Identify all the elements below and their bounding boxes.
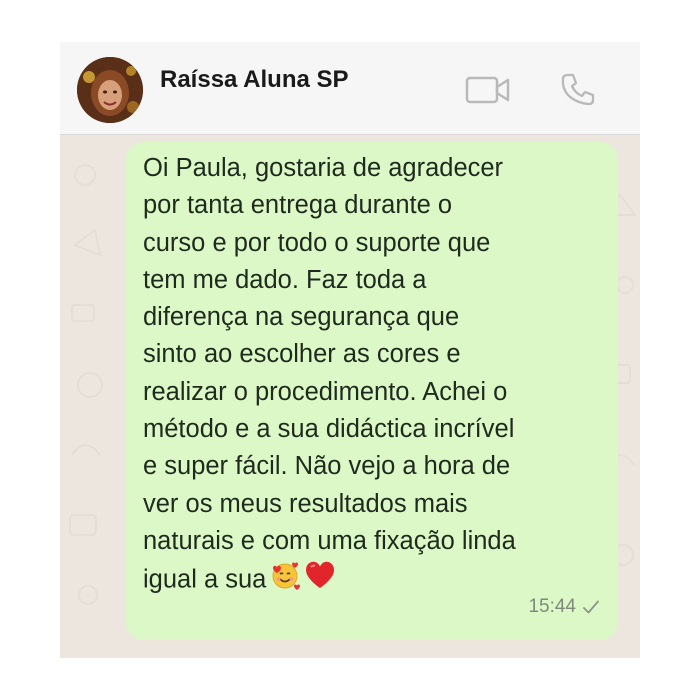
phone-icon — [561, 73, 595, 106]
avatar-photo — [77, 57, 143, 123]
message-meta: 15:44 — [528, 596, 600, 618]
message-emojis — [270, 560, 336, 601]
video-call-button[interactable] — [464, 70, 512, 110]
red-heart-icon — [306, 562, 335, 589]
message-time: 15:44 — [528, 596, 576, 617]
message-bubble[interactable]: Oi Paula, gostaria de agradecer por tant… — [126, 142, 618, 640]
chat-window: Raíssa Aluna SP Oi Paula, gostaria de ag… — [60, 42, 640, 658]
video-camera-icon — [465, 76, 510, 104]
chat-header: Raíssa Aluna SP — [60, 42, 640, 135]
voice-call-button[interactable] — [554, 70, 602, 110]
message-text: Oi Paula, gostaria de agradecer por tant… — [143, 150, 600, 602]
message-body: Oi Paula, gostaria de agradecer por tant… — [143, 154, 516, 594]
single-check-icon — [583, 600, 599, 614]
smiling-face-with-hearts-icon — [272, 562, 301, 591]
contact-name[interactable]: Raíssa Aluna SP — [160, 66, 349, 94]
contact-avatar[interactable] — [77, 57, 143, 123]
